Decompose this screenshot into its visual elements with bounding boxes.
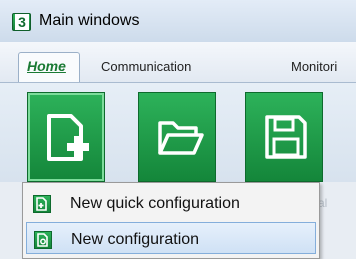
ribbon-panel [0, 82, 356, 183]
open-button[interactable] [138, 92, 216, 182]
quick-config-icon [33, 195, 51, 213]
menu-item-label: New configuration [71, 231, 200, 248]
new-button[interactable] [27, 92, 105, 182]
open-folder-icon [158, 121, 204, 155]
save-button[interactable] [245, 92, 323, 182]
tab-home[interactable]: Home [18, 52, 80, 82]
new-file-plus-icon [47, 114, 89, 161]
menu-item-new-configuration[interactable]: New configuration [26, 222, 316, 254]
new-dropdown-menu: New quick configuration New configuratio… [22, 182, 320, 259]
tab-home-label: Home [27, 58, 66, 74]
tab-monitoring[interactable]: Monitori [291, 59, 337, 74]
menu-item-new-quick-configuration[interactable]: New quick configuration [26, 187, 316, 219]
title-bar: 3 Main windows [0, 0, 356, 42]
app-logo-icon: 3 [12, 13, 31, 31]
tab-communication[interactable]: Communication [101, 59, 191, 74]
menu-item-label: New quick configuration [70, 195, 240, 212]
new-config-icon [34, 231, 52, 249]
window-title: Main windows [39, 12, 140, 29]
save-floppy-icon [265, 115, 307, 159]
ribbon-tab-bar: Home Communication Monitori [0, 42, 356, 82]
